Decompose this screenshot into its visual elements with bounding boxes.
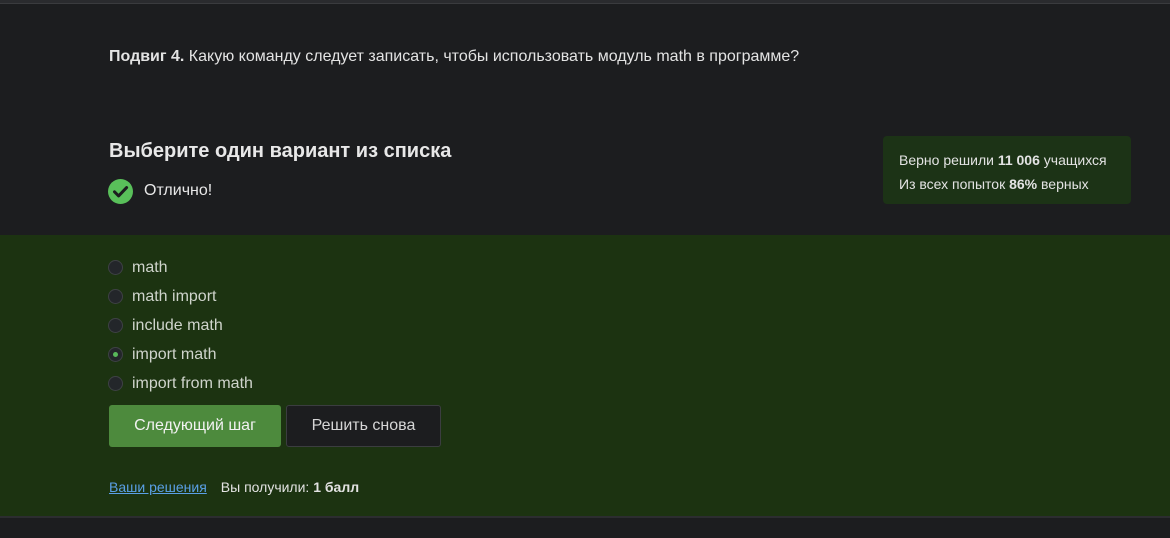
stats-solved-suffix: учащихся [1039,152,1107,168]
check-circle-icon [108,178,133,204]
answer-panel: math math import include math import mat… [0,235,1170,516]
question-prefix: Подвиг 4. [109,48,185,65]
option-math-import[interactable]: math import [108,282,253,311]
score-text: Вы получили: 1 балл [221,479,359,495]
radio-button[interactable] [108,289,123,304]
option-import-math[interactable]: import math [108,340,253,369]
radio-button[interactable] [108,376,123,391]
radio-button-selected[interactable] [108,347,123,362]
question-text: Подвиг 4. Какую команду следует записать… [109,48,799,66]
options-list: math math import include math import mat… [108,253,253,398]
radio-button[interactable] [108,260,123,275]
option-include-math[interactable]: include math [108,311,253,340]
status-text: Отлично! [144,182,213,199]
stats-attempts-prefix: Из всех попыток [899,176,1010,192]
score-prefix: Вы получили: [220,479,314,495]
stats-solved-count: 11 006 [997,152,1040,168]
option-math[interactable]: math [108,253,253,282]
option-label: math import [132,287,217,305]
option-label: import math [132,345,217,363]
question-body: Какую команду следует записать, чтобы ис… [184,48,800,65]
your-solutions-link[interactable]: Ваши решения [109,479,207,495]
stats-attempts-suffix: верных [1037,176,1089,192]
stats-attempts-percent: 86% [1009,176,1038,192]
next-step-button[interactable]: Следующий шаг [109,405,281,447]
score-value: 1 балл [313,479,360,495]
radio-button[interactable] [108,318,123,333]
option-label: include math [132,316,223,334]
top-divider [0,0,1170,4]
stats-box: Верно решили 11 006 учащихся Из всех поп… [883,136,1131,204]
result-status: Отлично! [108,178,213,204]
footer-row: Ваши решения Вы получили: 1 балл [109,479,359,495]
bottom-divider [0,516,1170,538]
option-label: import from math [132,374,253,392]
solve-again-button[interactable]: Решить снова [286,405,441,447]
option-label: math [132,258,168,276]
option-import-from-math[interactable]: import from math [108,369,253,398]
stats-solved-prefix: Верно решили [899,152,998,168]
stats-solved-line: Верно решили 11 006 учащихся [899,148,1115,172]
stats-attempts-line: Из всех попыток 86% верных [899,172,1115,196]
section-title: Выберите один вариант из списка [109,140,452,162]
